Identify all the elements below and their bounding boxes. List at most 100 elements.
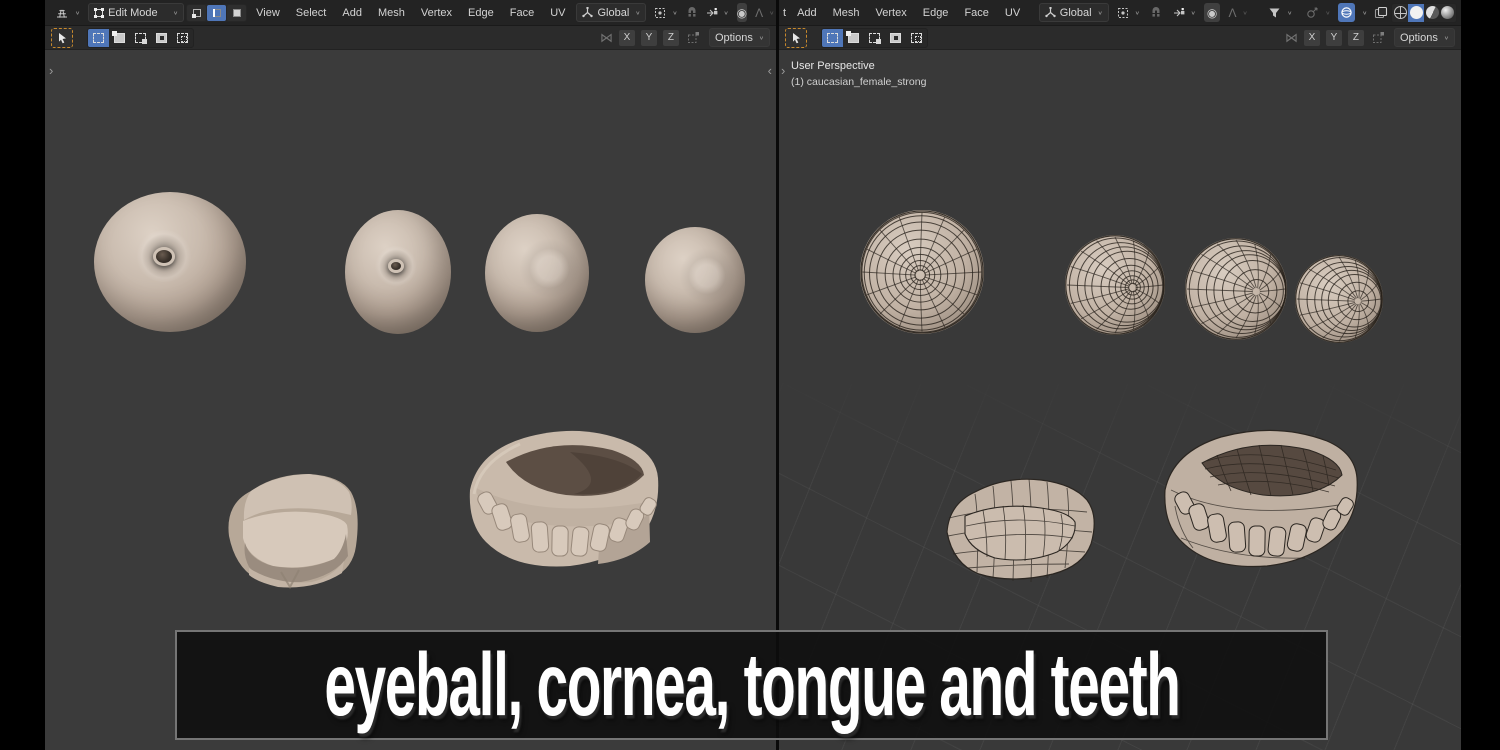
select-mode-invert-button[interactable] <box>885 29 906 47</box>
shading-solid-button[interactable] <box>1408 3 1425 22</box>
shading-wireframe-button[interactable] <box>1392 4 1408 22</box>
select-subtract-icon <box>135 32 147 44</box>
teeth-mesh-shaded[interactable] <box>450 412 662 580</box>
mirror-x-button[interactable]: X <box>618 29 635 46</box>
letterbox-right <box>1461 0 1500 750</box>
menu-mesh[interactable]: Mesh <box>371 1 412 25</box>
falloff-dropdown[interactable]: Λ ∨ <box>1222 3 1253 22</box>
gizmo-icon <box>1307 7 1318 18</box>
mirror-y-button[interactable]: Y <box>640 29 657 46</box>
select-mode-extend-button[interactable] <box>109 29 130 47</box>
active-tool-button[interactable] <box>785 27 807 48</box>
orientation-axes-icon <box>1045 7 1056 18</box>
menu-face[interactable]: Face <box>957 1 995 25</box>
snap-with-icon <box>1173 7 1184 16</box>
select-mode-subtract-button[interactable] <box>130 29 151 47</box>
menu-view[interactable]: View <box>249 1 287 25</box>
snap-base-button[interactable] <box>683 28 705 47</box>
proportional-editing-toggle[interactable]: ◉ <box>1203 3 1221 22</box>
active-tool-button[interactable] <box>51 27 73 48</box>
orientation-label: Global <box>597 6 630 19</box>
chevron-down-icon: ∨ <box>1362 10 1368 16</box>
menu-select-cut[interactable]: t <box>783 1 788 25</box>
cornea-mesh-2[interactable] <box>645 227 745 333</box>
chevron-down-icon: ∨ <box>1097 10 1103 16</box>
menu-add[interactable]: Add <box>335 1 369 25</box>
cornea-wire-2[interactable] <box>1295 255 1383 343</box>
menu-vertex[interactable]: Vertex <box>869 1 914 25</box>
options-dropdown[interactable]: Options ∨ <box>1393 28 1455 47</box>
cornea-wire-1[interactable] <box>1185 238 1287 340</box>
caption-text: eyeball, cornea, tongue and teeth <box>323 634 1181 735</box>
toolbar-expand-arrow[interactable]: › <box>49 64 53 77</box>
snap-magnet-toggle[interactable] <box>1148 3 1165 22</box>
shading-rendered-button[interactable] <box>1440 4 1456 22</box>
tongue-mesh-shaded[interactable] <box>215 458 365 598</box>
mirror-icon[interactable]: ⋈ <box>1285 31 1298 44</box>
select-mode-intersect-button[interactable] <box>172 29 193 47</box>
toolbar-expand-arrow[interactable]: › <box>781 64 785 77</box>
menu-edge[interactable]: Edge <box>461 1 501 25</box>
overlays-toggle[interactable] <box>1338 3 1356 22</box>
snap-settings-dropdown[interactable]: ∨ <box>1167 3 1202 22</box>
chevron-down-icon: ∨ <box>1443 35 1449 41</box>
menu-uv[interactable]: UV <box>543 1 572 25</box>
falloff-dropdown[interactable]: Λ ∨ <box>749 3 776 22</box>
tongue-mesh-wire[interactable] <box>935 460 1103 594</box>
select-mode-invert-button[interactable] <box>151 29 172 47</box>
select-extend-icon <box>112 30 125 43</box>
select-mode-subtract-button[interactable] <box>864 29 885 47</box>
select-mode-set-button[interactable] <box>88 28 109 47</box>
mirror-y-button[interactable]: Y <box>1325 29 1342 46</box>
orientation-axes-icon <box>582 7 594 18</box>
proportional-editing-toggle[interactable]: ◉ <box>736 3 748 22</box>
menu-face[interactable]: Face <box>503 1 541 25</box>
mirror-z-button[interactable]: Z <box>1347 29 1364 46</box>
select-mode-extend-button[interactable] <box>843 29 864 47</box>
rendered-shading-icon <box>1441 6 1455 19</box>
editor-type-button[interactable]: ∨ <box>49 3 86 22</box>
menu-mesh[interactable]: Mesh <box>826 1 867 25</box>
eyeball-mesh-1[interactable] <box>94 192 246 332</box>
eyeball-wire-1[interactable] <box>860 210 984 334</box>
xray-toggle[interactable] <box>1372 3 1389 22</box>
overlays-dropdown[interactable]: ∨ <box>1357 3 1370 22</box>
pivot-dropdown[interactable]: ∨ <box>1111 3 1146 22</box>
select-mode-set-button[interactable] <box>822 28 843 47</box>
sidebar-expand-arrow[interactable]: ‹ <box>768 64 772 77</box>
mode-dropdown[interactable]: Edit Mode ∨ <box>88 3 185 22</box>
snap-settings-dropdown[interactable]: ∨ <box>700 3 735 22</box>
eyeball-mesh-2[interactable] <box>345 210 451 334</box>
cornea-mesh-1[interactable] <box>485 214 589 332</box>
menu-uv[interactable]: UV <box>998 1 1027 25</box>
cursor-tweak-icon <box>792 32 800 43</box>
select-mode-intersect-button[interactable] <box>906 29 927 47</box>
proportional-editing-icon: ◉ <box>1206 5 1218 20</box>
orientation-dropdown[interactable]: Global ∨ <box>576 3 647 22</box>
mirror-z-button[interactable]: Z <box>662 29 679 46</box>
menu-edge[interactable]: Edge <box>916 1 956 25</box>
menu-vertex[interactable]: Vertex <box>414 1 459 25</box>
mirror-x-button[interactable]: X <box>1303 29 1320 46</box>
shading-material-button[interactable] <box>1424 4 1440 22</box>
falloff-curve-icon: Λ <box>755 5 764 20</box>
menu-select[interactable]: Select <box>289 1 334 25</box>
visibility-filter-dropdown[interactable]: ∨ <box>1262 3 1298 22</box>
snap-magnet-toggle[interactable] <box>686 3 698 22</box>
chevron-down-icon: ∨ <box>672 10 678 16</box>
pupil-hole <box>153 246 175 266</box>
edge-select-button[interactable] <box>207 4 227 21</box>
mirror-icon[interactable]: ⋈ <box>600 31 613 44</box>
gizmos-dropdown[interactable]: ∨ <box>1300 3 1336 22</box>
pivot-dropdown[interactable]: ∨ <box>648 3 683 22</box>
vertex-select-button[interactable] <box>187 4 207 21</box>
eyeball-wire-2[interactable] <box>1065 235 1165 335</box>
orientation-dropdown[interactable]: Global ∨ <box>1038 3 1109 22</box>
snap-base-button[interactable] <box>1368 28 1390 47</box>
options-label: Options <box>1399 31 1438 44</box>
menu-add[interactable]: Add <box>790 1 824 25</box>
teeth-mesh-wire[interactable] <box>1145 410 1365 586</box>
options-dropdown[interactable]: Options ∨ <box>708 28 770 47</box>
face-select-button[interactable] <box>227 4 247 21</box>
shading-mode-group <box>1391 2 1457 23</box>
